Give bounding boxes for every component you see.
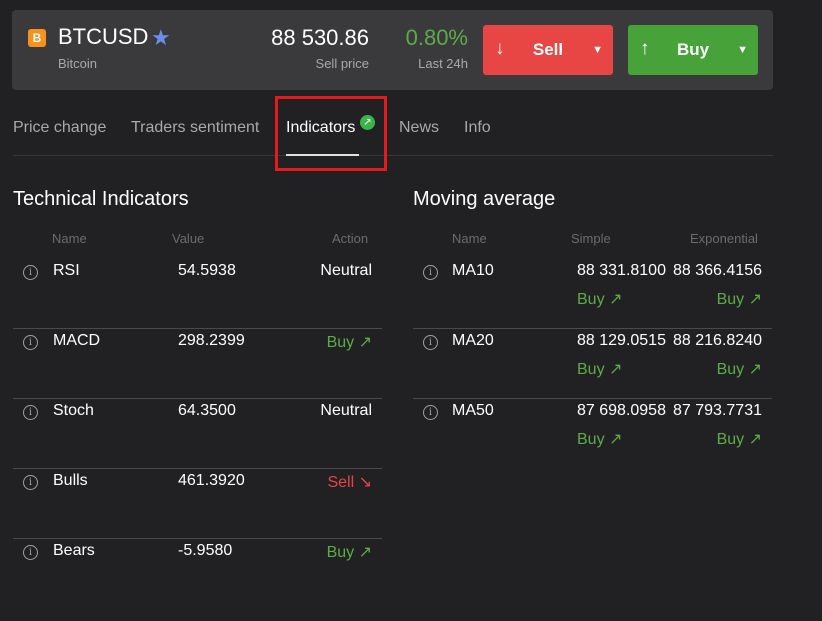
ma-exponential-action: Buy ↗ <box>716 291 762 308</box>
column-header-exponential: Exponential <box>690 231 758 246</box>
ma-simple-value: 88 331.8100 <box>577 262 666 279</box>
table-row: i MACD 298.2399 Buy ↗ <box>13 328 382 399</box>
column-header-action: Action <box>332 231 369 246</box>
technical-indicators-title: Technical Indicators <box>13 188 189 210</box>
ma-simple-value: 87 698.0958 <box>577 402 666 419</box>
info-icon[interactable]: i <box>23 405 38 420</box>
ma-simple-action: Buy ↗ <box>577 291 623 308</box>
instrument-symbol: BTCUSD <box>58 24 149 49</box>
info-icon[interactable]: i <box>423 405 438 420</box>
tab-info[interactable]: Info <box>464 119 491 137</box>
column-header-name: Name <box>452 231 487 246</box>
ma-exponential-value: 88 216.8240 <box>673 332 762 349</box>
sell-button[interactable]: ↓ Sell ▼ <box>483 25 613 75</box>
ma-simple-action: Buy ↗ <box>577 361 623 378</box>
ma-name: MA50 <box>452 402 494 419</box>
column-header-simple: Simple <box>571 231 611 246</box>
ma-simple-action: Buy ↗ <box>577 431 623 448</box>
indicator-name: Bears <box>53 542 95 559</box>
moving-average-title: Moving average <box>413 188 556 210</box>
tab-bar: Price change Traders sentiment Indicator… <box>13 115 773 156</box>
indicator-value: 54.5938 <box>178 262 236 279</box>
indicator-action: Buy ↗ <box>326 334 372 351</box>
bitcoin-icon: B <box>28 29 46 47</box>
info-icon[interactable]: i <box>23 265 38 280</box>
column-header-name: Name <box>52 231 87 246</box>
column-header-value: Value <box>172 231 205 246</box>
buy-button[interactable]: ↑ Buy ▼ <box>628 25 758 75</box>
indicator-value: 461.3920 <box>178 472 245 489</box>
indicator-name: MACD <box>53 332 101 349</box>
info-icon[interactable]: i <box>423 265 438 280</box>
chevron-down-icon[interactable]: ▼ <box>737 43 748 57</box>
table-row: i MA20 88 129.0515 Buy ↗ 88 216.8240 Buy… <box>413 328 772 399</box>
info-icon[interactable]: i <box>423 335 438 350</box>
sell-price-label: Sell price <box>315 56 369 71</box>
indicator-action: Neutral <box>320 402 372 419</box>
table-row: i MA10 88 331.8100 Buy ↗ 88 366.4156 Buy… <box>413 258 772 329</box>
indicator-name: RSI <box>53 262 80 279</box>
chevron-down-icon[interactable]: ▼ <box>592 43 603 57</box>
instrument-header: B BTCUSD ★ Bitcoin 88 530.86 Sell price … <box>12 10 773 90</box>
tab-traders-sentiment[interactable]: Traders sentiment <box>131 119 259 137</box>
ma-simple-value: 88 129.0515 <box>577 332 666 349</box>
table-row: i Bears -5.9580 Buy ↗ <box>13 538 382 608</box>
indicator-action: Neutral <box>320 262 372 279</box>
indicator-value: 298.2399 <box>178 332 245 349</box>
table-row: i RSI 54.5938 Neutral <box>13 258 382 329</box>
tab-price-change[interactable]: Price change <box>13 119 106 137</box>
change-24h-label: Last 24h <box>418 56 468 71</box>
ma-exponential-value: 87 793.7731 <box>673 402 762 419</box>
indicator-name: Stoch <box>53 402 94 419</box>
instrument-name: Bitcoin <box>58 56 98 71</box>
ma-name: MA10 <box>452 262 494 279</box>
highlight-box <box>275 96 387 171</box>
sell-price-value: 88 530.86 <box>271 25 369 50</box>
change-24h-value: 0.80% <box>405 25 468 50</box>
ma-exponential-action: Buy ↗ <box>716 431 762 448</box>
indicator-action: Sell ↘ <box>327 474 372 491</box>
indicator-value: 64.3500 <box>178 402 236 419</box>
ma-exponential-value: 88 366.4156 <box>673 262 762 279</box>
indicator-value: -5.9580 <box>178 542 233 559</box>
info-icon[interactable]: i <box>23 335 38 350</box>
table-row: i Bulls 461.3920 Sell ↘ <box>13 468 382 539</box>
info-icon[interactable]: i <box>23 475 38 490</box>
indicator-name: Bulls <box>53 472 88 489</box>
indicator-action: Buy ↗ <box>326 544 372 561</box>
ma-name: MA20 <box>452 332 494 349</box>
favorite-star-icon[interactable]: ★ <box>151 24 171 52</box>
tab-news[interactable]: News <box>399 119 439 137</box>
table-row: i MA50 87 698.0958 Buy ↗ 87 793.7731 Buy… <box>413 398 772 468</box>
table-row: i Stoch 64.3500 Neutral <box>13 398 382 469</box>
ma-exponential-action: Buy ↗ <box>716 361 762 378</box>
info-icon[interactable]: i <box>23 545 38 560</box>
